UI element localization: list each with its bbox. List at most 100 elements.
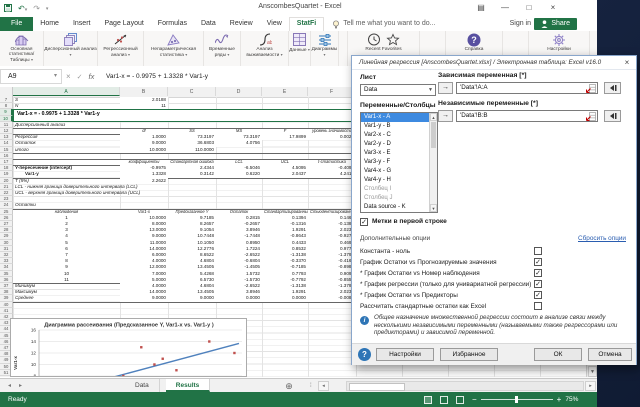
sign-in-link[interactable]: Sign in	[510, 17, 531, 31]
cell-D14[interactable]: 4.0756	[216, 140, 262, 146]
collapse-dialog-button[interactable]	[604, 82, 621, 94]
tell-me-box[interactable]: Tell me what you want to do...	[324, 17, 435, 31]
tab-splitter[interactable]: ⁞	[310, 382, 313, 390]
cancel-button[interactable]: Отмена	[588, 348, 632, 361]
variable-item-7[interactable]: Var4-x - G	[361, 167, 437, 176]
variable-item-2[interactable]: Var1-y - B	[361, 122, 437, 131]
cell-B20[interactable]: 2.2622	[120, 178, 168, 184]
variables-listbox[interactable]: Var1-x - AVar1-y - BVar2-x - CVar2-y - D…	[360, 112, 438, 213]
help-button[interactable]: ?	[358, 348, 371, 361]
maximize-icon[interactable]: □	[517, 0, 541, 16]
listbox-scrollbar[interactable]: ▲ ▼	[429, 113, 437, 212]
collapse-dialog-button[interactable]	[604, 110, 621, 122]
confirm-entry-icon[interactable]: ✓	[77, 73, 83, 81]
variable-item-5[interactable]: Var3-x - E	[361, 149, 437, 158]
tab-formulas[interactable]: Formulas	[151, 17, 194, 31]
normal-view-icon[interactable]	[424, 396, 432, 404]
tab-review[interactable]: Review	[223, 17, 260, 31]
cell-F13[interactable]: 0.0022	[308, 134, 356, 140]
scroll-right-icon[interactable]: ▸	[585, 381, 596, 391]
scroll-down-icon[interactable]: ▼	[588, 366, 597, 377]
ribbon-group-2[interactable]: Дисперсионный анализ ▾	[44, 31, 98, 66]
variable-item-3[interactable]: Var2-x - C	[361, 131, 437, 140]
cancel-entry-icon[interactable]: ×	[66, 72, 71, 81]
variable-item-1[interactable]: Var1-x - A	[361, 113, 437, 122]
scroll-left-icon[interactable]: ◂	[318, 381, 329, 391]
col-header-D[interactable]: D	[216, 87, 262, 96]
horizontal-scrollbar[interactable]	[346, 381, 584, 391]
cell-A22[interactable]: UCL - верхняя граница доверительного инт…	[13, 190, 120, 196]
ribbon-group-6[interactable]: abАнализ выживаемости ▾	[241, 31, 289, 66]
ribbon-group-1[interactable]: Основная статистика/ Таблицы ▾	[0, 31, 44, 66]
tab-insert[interactable]: Insert	[66, 17, 98, 31]
sheet-nav-left-icon[interactable]: ◂	[8, 382, 11, 389]
sheet-tab-data[interactable]: Data	[125, 379, 160, 392]
tab-home[interactable]: Home	[33, 17, 66, 31]
sheet-tab-results[interactable]: Results	[166, 379, 210, 392]
range-picker-icon[interactable]	[586, 84, 596, 93]
cell-E13[interactable]: 17.9899	[262, 134, 308, 140]
redo-button[interactable]: ↷	[33, 4, 40, 13]
col-header-C[interactable]: C	[168, 87, 216, 96]
variable-item-4[interactable]: Var2-y - D	[361, 140, 437, 149]
assign-independent-button[interactable]: →	[438, 110, 453, 122]
cell-A39[interactable]: Среднее	[13, 295, 120, 301]
listbox-scroll-up-icon[interactable]: ▲	[430, 113, 437, 121]
favorites-button[interactable]: Избранное	[440, 348, 498, 361]
reset-options-link[interactable]: Сбросить опции	[578, 235, 626, 242]
dialog-close-icon[interactable]: ×	[618, 56, 636, 70]
tab-view[interactable]: View	[260, 17, 289, 31]
option-checkbox-1[interactable]	[534, 247, 542, 255]
option-checkbox-5[interactable]: ✓	[534, 291, 542, 299]
dependent-range-input[interactable]: 'Data'!A:A	[456, 82, 598, 94]
independent-range-input[interactable]: 'Data'!B:B	[456, 110, 598, 122]
insert-function-icon[interactable]: fx	[89, 72, 95, 81]
listbox-scroll-down-icon[interactable]: ▼	[430, 204, 437, 212]
variable-item-11[interactable]: Data source - K	[361, 203, 437, 212]
ribbon-group-8[interactable]: Диаграммы ▾	[311, 31, 339, 66]
scatter-chart[interactable]: Диаграмма рассеивания (Предсказанное Y, …	[10, 318, 247, 377]
labels-first-row-checkbox[interactable]: ✓	[360, 218, 368, 226]
selected-cell-A9[interactable]: Var1-x = - 0.9975 + 1.3328 * Var1-y	[13, 109, 352, 121]
select-all-corner[interactable]	[0, 87, 13, 97]
zoom-slider[interactable]	[481, 399, 553, 400]
sheet-select[interactable]: Data▼	[360, 84, 436, 96]
save-icon[interactable]	[4, 4, 12, 14]
page-break-view-icon[interactable]	[456, 396, 464, 404]
cell-A15[interactable]: итого	[13, 147, 120, 153]
variable-item-8[interactable]: Var4-y - H	[361, 176, 437, 185]
col-header-B[interactable]: B	[120, 87, 168, 96]
minimize-icon[interactable]: —	[493, 0, 517, 16]
assign-dependent-button[interactable]: →	[438, 82, 453, 94]
ribbon-group-3[interactable]: Регрессионный анализ ▾	[98, 31, 144, 66]
horizontal-scroll-thumb[interactable]	[349, 383, 405, 391]
ribbon-display-options-icon[interactable]: ▤	[469, 0, 493, 16]
ribbon-group-4[interactable]: Непараметрическая статистика ▾	[144, 31, 204, 66]
col-header-E[interactable]: E	[262, 87, 308, 96]
col-header-F[interactable]: F	[308, 87, 356, 96]
name-box[interactable]: A9▾	[0, 69, 62, 84]
page-layout-view-icon[interactable]	[440, 396, 448, 404]
zoom-in-icon[interactable]: +	[557, 395, 562, 404]
tab-statfi[interactable]: StatFi	[289, 17, 324, 31]
cell-A24[interactable]: Остатки	[13, 202, 120, 208]
tab-page-layout[interactable]: Page Layout	[97, 17, 150, 31]
zoom-slider-thumb[interactable]	[515, 396, 518, 403]
option-checkbox-3[interactable]: ✓	[534, 269, 542, 277]
range-picker-icon[interactable]	[586, 112, 596, 121]
cell-A11[interactable]: Дисперсионный анализ	[13, 122, 120, 128]
zoom-out-icon[interactable]: −	[472, 395, 477, 404]
share-button[interactable]: Share	[534, 18, 577, 30]
option-checkbox-2[interactable]: ✓	[534, 258, 542, 266]
zoom-level[interactable]: 75%	[565, 396, 578, 403]
ribbon-group-5[interactable]: Временные ряды ▾	[204, 31, 241, 66]
new-sheet-button[interactable]: ⊕	[283, 380, 295, 392]
listbox-scroll-thumb[interactable]	[431, 122, 436, 148]
option-checkbox-6[interactable]	[534, 302, 542, 310]
sheet-nav-right-icon[interactable]: ▸	[19, 382, 22, 389]
tab-data[interactable]: Data	[194, 17, 223, 31]
undo-button[interactable]: ↶▾	[18, 4, 27, 13]
name-box-caret-icon[interactable]: ▾	[54, 70, 57, 83]
variable-item-6[interactable]: Var3-y - F	[361, 158, 437, 167]
tab-file[interactable]: File	[0, 17, 33, 31]
